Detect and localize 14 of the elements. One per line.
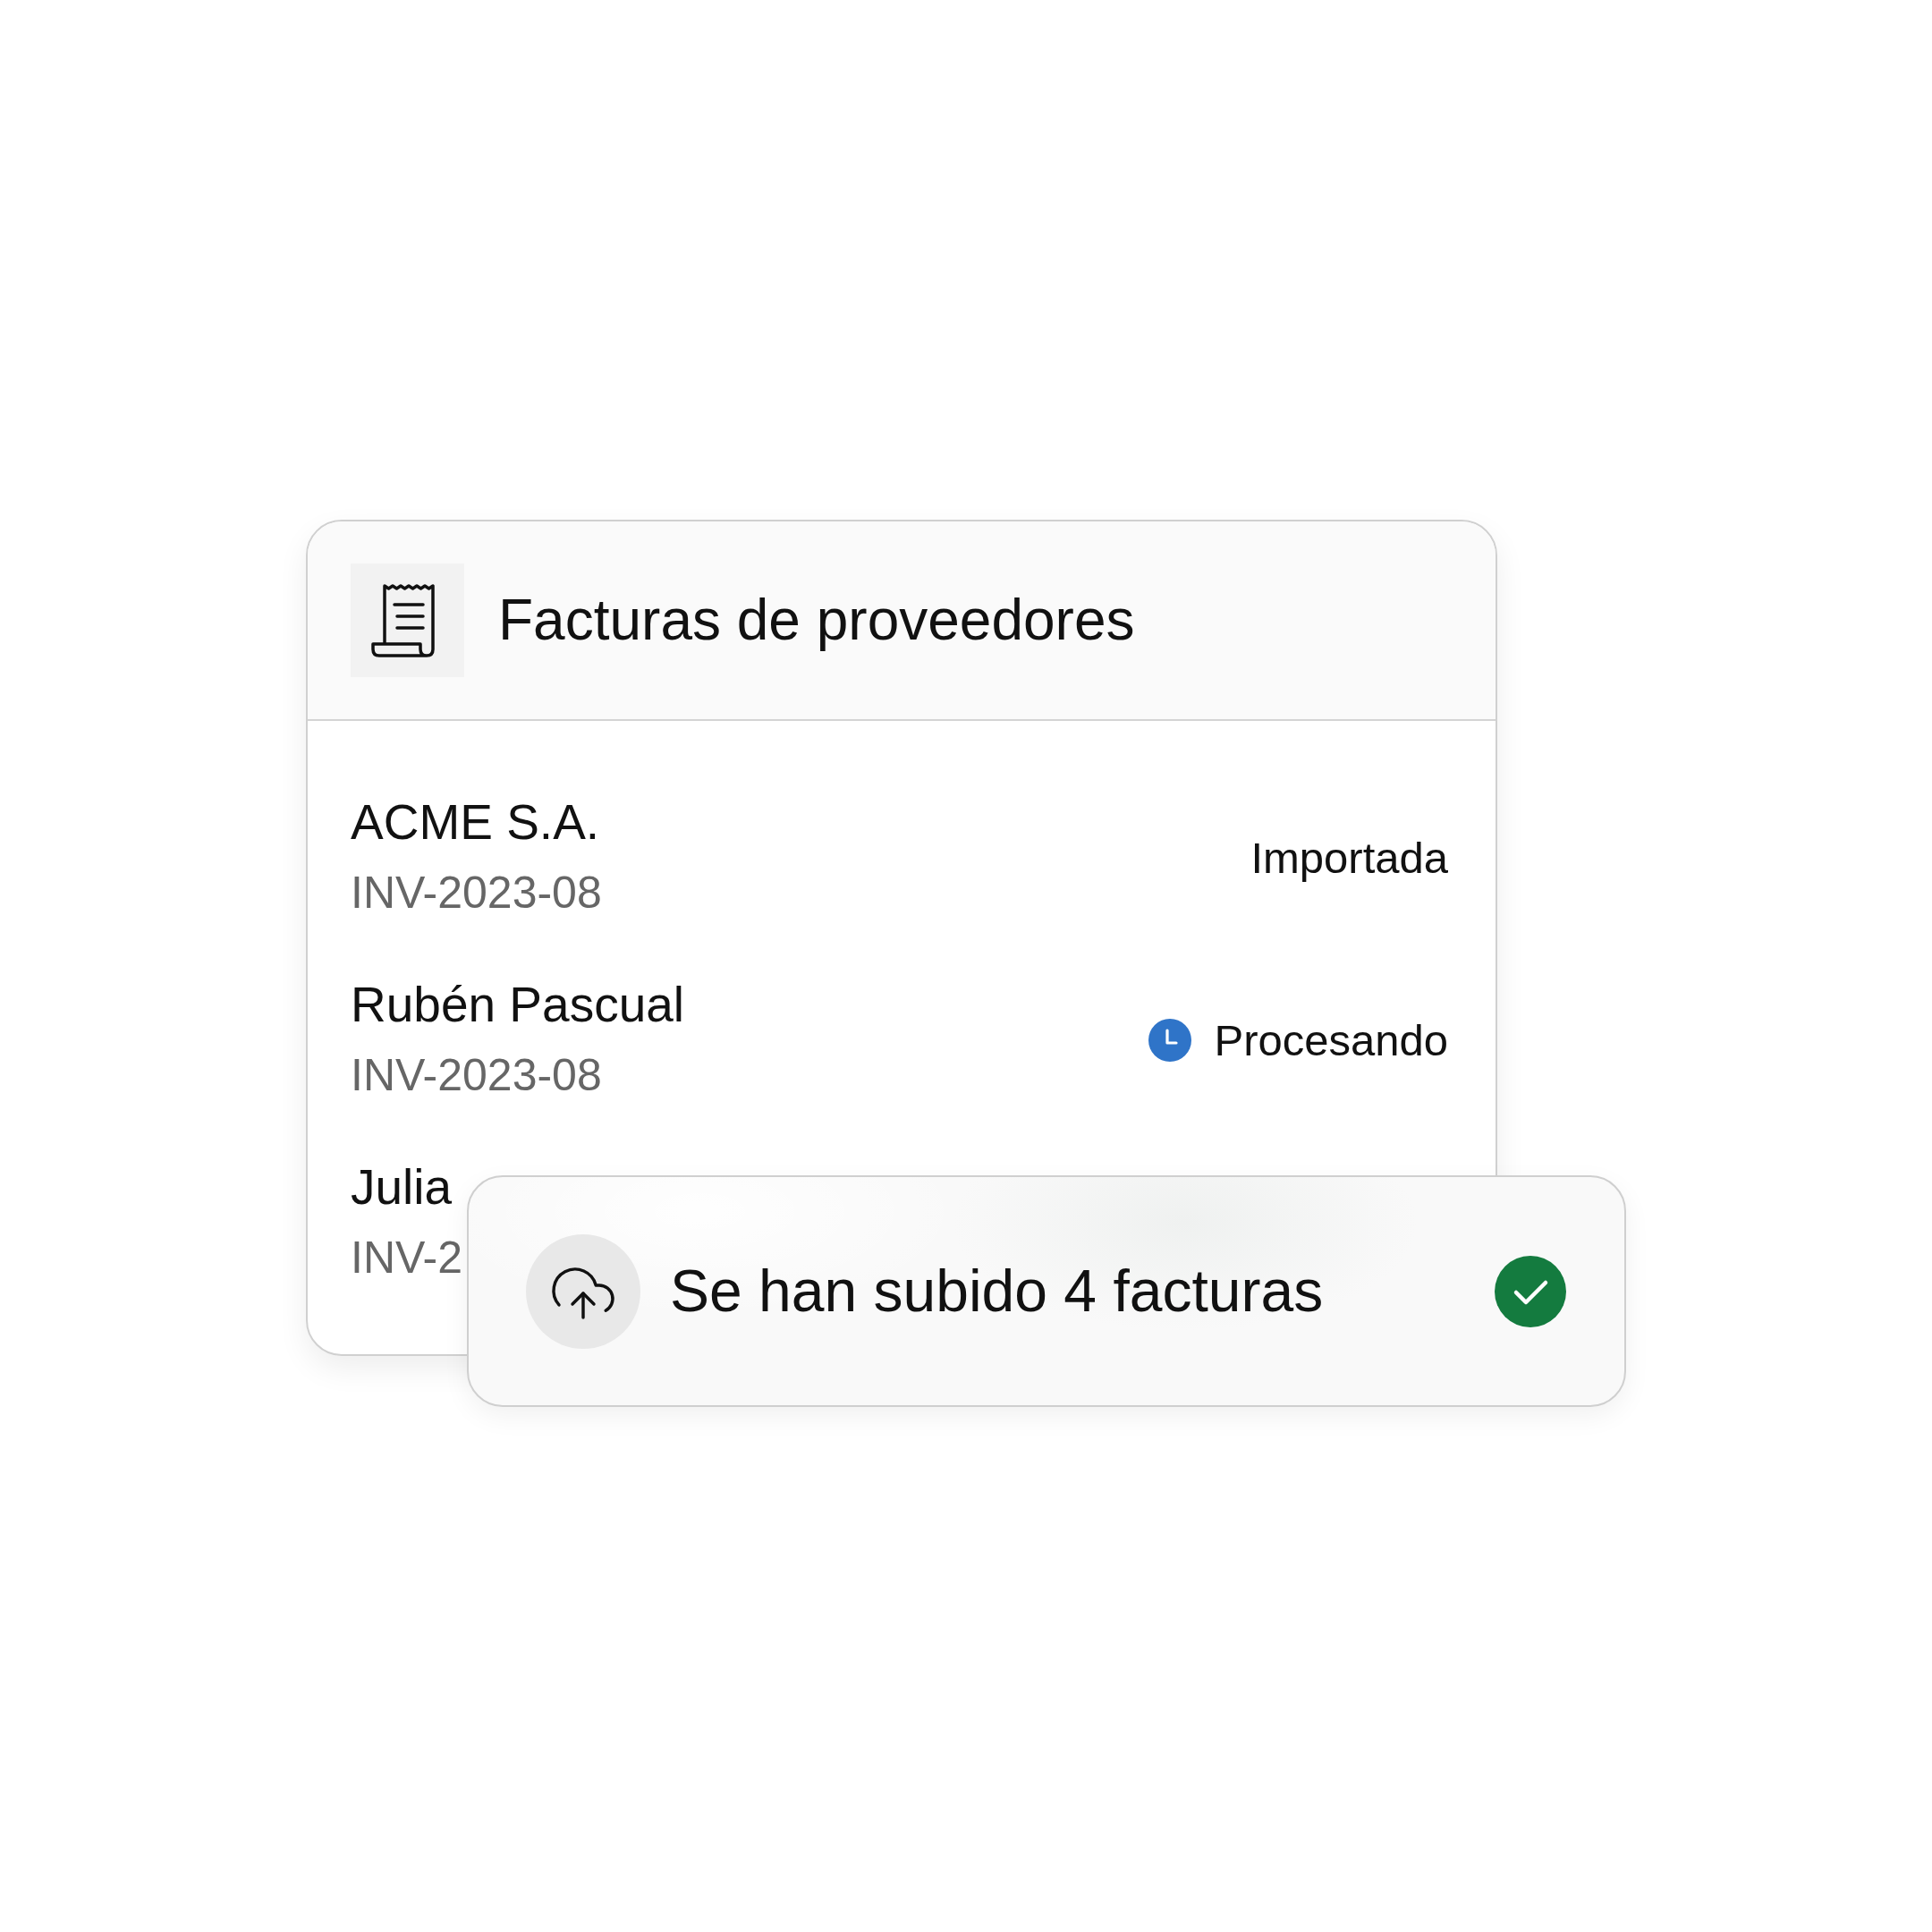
receipt-icon <box>351 564 464 677</box>
status-label: Procesando <box>1214 1014 1448 1066</box>
invoice-number: INV-2023-08 <box>351 1049 603 1102</box>
vendor-name: ACME S.A. <box>351 793 601 852</box>
check-icon <box>1495 1255 1566 1327</box>
vendor-name: Julia <box>351 1158 453 1216</box>
card-title: Facturas de proveedores <box>498 587 1135 655</box>
invoice-number: INV-2 <box>351 1232 463 1284</box>
invoice-number: INV-2023-08 <box>351 867 602 919</box>
cloud-upload-icon <box>526 1233 640 1349</box>
status-label: Importada <box>1250 832 1448 884</box>
toast-message: Se han subido 4 facturas <box>670 1256 1325 1326</box>
clock-icon <box>1148 1019 1192 1062</box>
vendor-name: Rubén Pascual <box>351 976 685 1034</box>
